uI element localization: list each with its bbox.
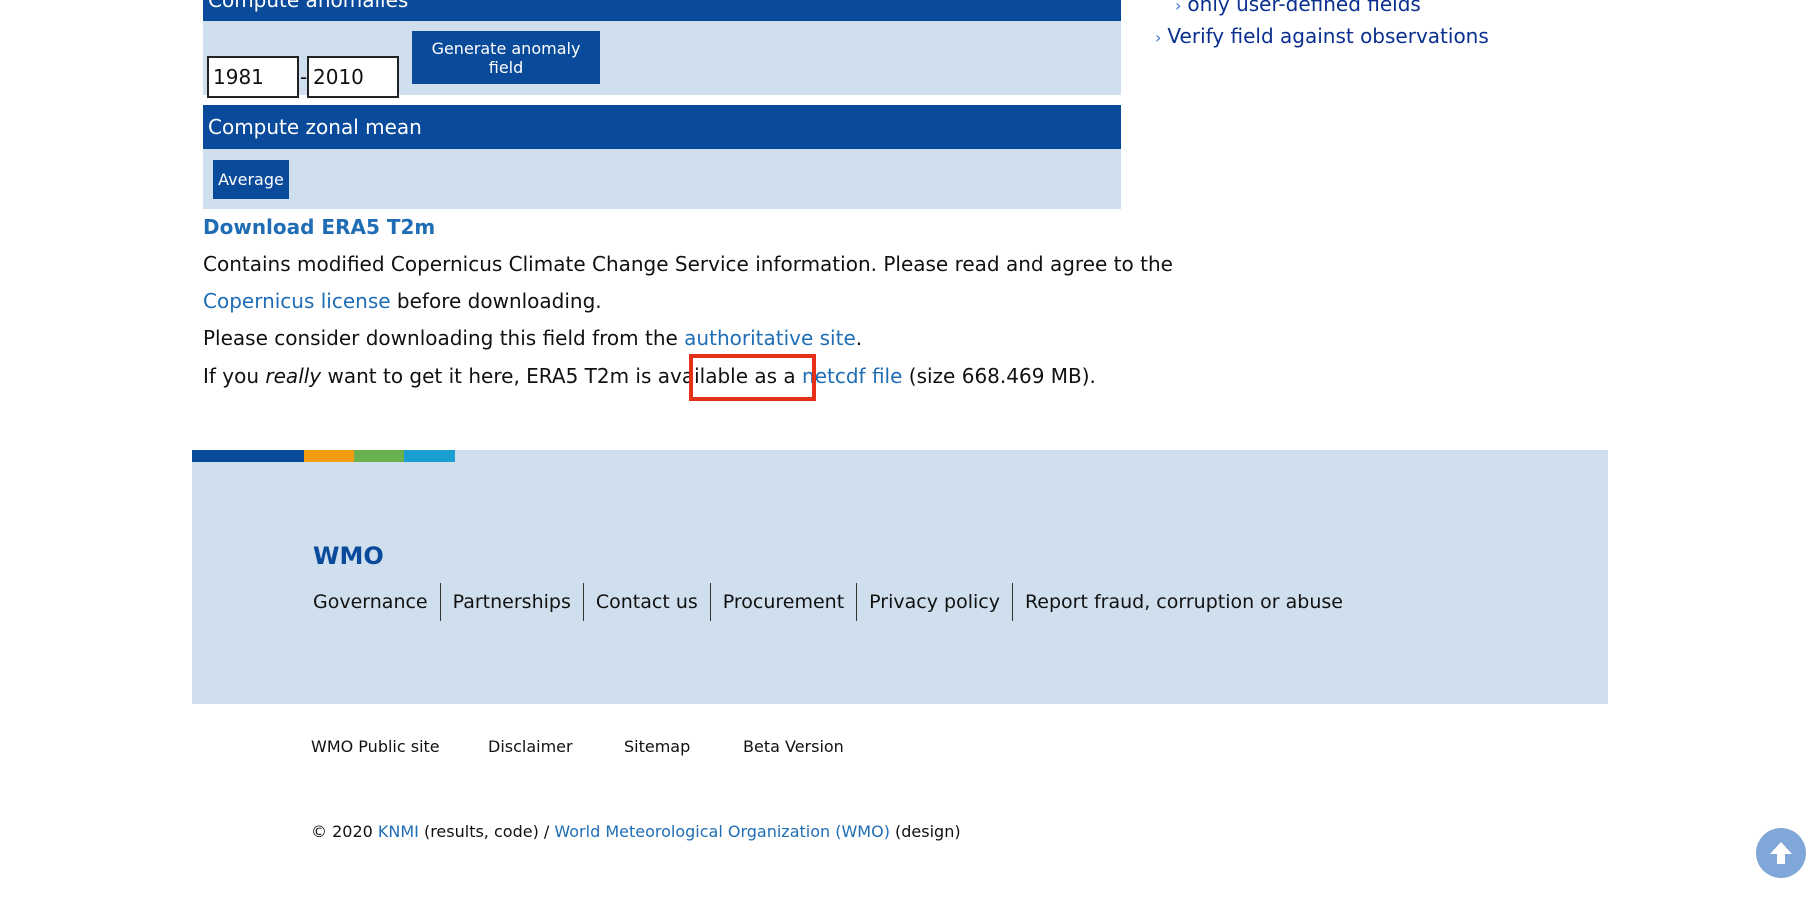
download-line-3-post: . bbox=[855, 326, 863, 350]
footer-strip-green bbox=[354, 450, 404, 462]
download-line-4-post: (size 668.469 MB). bbox=[902, 364, 1096, 388]
footer-strip-orange bbox=[304, 450, 354, 462]
footer-link-report-fraud[interactable]: Report fraud, corruption or abuse bbox=[1011, 583, 1355, 621]
footer-brand[interactable]: WMO bbox=[313, 542, 384, 570]
sidebar-item-verify-label: Verify field against observations bbox=[1167, 24, 1489, 48]
footer-link-contact[interactable]: Contact us bbox=[582, 583, 710, 621]
year-to-input[interactable] bbox=[307, 56, 399, 98]
zonal-panel: Average bbox=[203, 149, 1121, 209]
footer-strip-cyan bbox=[404, 450, 455, 462]
anomalies-header: Compute anomalies bbox=[203, 0, 1121, 21]
copyright: © 2020 KNMI (results, code) / World Mete… bbox=[311, 822, 961, 841]
netcdf-file-link[interactable]: netcdf file bbox=[802, 364, 902, 388]
sidebar-item-verify[interactable]: › Verify field against observations bbox=[1155, 24, 1489, 48]
download-line-1-text: Contains modified Copernicus Climate Cha… bbox=[203, 252, 1173, 276]
wmo-link[interactable]: World Meteorological Organization (WMO) bbox=[554, 822, 890, 841]
download-line-2: Copernicus license before downloading. bbox=[203, 289, 602, 313]
footer-link-privacy[interactable]: Privacy policy bbox=[856, 583, 1012, 621]
download-line-4: If you really want to get it here, ERA5 … bbox=[203, 364, 1096, 388]
footer-strip-blue bbox=[192, 450, 304, 462]
sub-link-disclaimer[interactable]: Disclaimer bbox=[488, 737, 573, 756]
download-line-2-text: before downloading. bbox=[390, 289, 602, 313]
zonal-title: Compute zonal mean bbox=[208, 115, 422, 139]
download-title-link[interactable]: Download ERA5 T2m bbox=[203, 215, 435, 239]
copyright-post: (design) bbox=[889, 822, 961, 841]
download-line-3: Please consider downloading this field f… bbox=[203, 326, 862, 350]
sub-link-public-site[interactable]: WMO Public site bbox=[311, 737, 440, 756]
footer bbox=[192, 450, 1608, 704]
average-button[interactable]: Average bbox=[213, 160, 289, 199]
anomalies-title: Compute anomalies bbox=[208, 0, 409, 12]
download-line-4-pre: If you bbox=[203, 364, 266, 388]
download-line-1: Contains modified Copernicus Climate Cha… bbox=[203, 252, 1173, 276]
authoritative-site-link[interactable]: authoritative site bbox=[684, 326, 856, 350]
download-title[interactable]: Download ERA5 T2m bbox=[203, 215, 435, 239]
sidebar-item-user-defined[interactable]: › only user-defined fields bbox=[1175, 0, 1421, 16]
zonal-header: Compute zonal mean bbox=[203, 105, 1121, 149]
copyright-mid: (results, code) / bbox=[418, 822, 555, 841]
sidebar-item-user-defined-label: only user-defined fields bbox=[1187, 0, 1421, 16]
download-line-4-em: really bbox=[265, 364, 322, 388]
footer-links: Governance Partnerships Contact us Procu… bbox=[313, 583, 1355, 621]
download-line-3-pre: Please consider downloading this field f… bbox=[203, 326, 685, 350]
chevron-right-icon: › bbox=[1155, 28, 1162, 47]
knmi-link[interactable]: KNMI bbox=[378, 822, 419, 841]
year-from-input[interactable] bbox=[207, 56, 299, 98]
chevron-right-icon: › bbox=[1175, 0, 1182, 15]
arrow-up-circle-icon bbox=[1770, 842, 1792, 864]
footer-link-procurement[interactable]: Procurement bbox=[709, 583, 856, 621]
scroll-to-top-button[interactable] bbox=[1756, 828, 1806, 878]
sub-link-sitemap[interactable]: Sitemap bbox=[624, 737, 690, 756]
footer-link-governance[interactable]: Governance bbox=[313, 583, 440, 621]
generate-anomaly-button[interactable]: Generate anomaly field bbox=[412, 31, 600, 84]
sub-link-beta[interactable]: Beta Version bbox=[743, 737, 844, 756]
anomalies-panel: - Generate anomaly field bbox=[203, 21, 1121, 98]
copyright-pre: © 2020 bbox=[311, 822, 378, 841]
download-line-4-mid: want to get it here, ERA5 T2m is availab… bbox=[321, 364, 803, 388]
footer-link-partnerships[interactable]: Partnerships bbox=[439, 583, 583, 621]
copernicus-license-link[interactable]: Copernicus license bbox=[203, 289, 391, 313]
